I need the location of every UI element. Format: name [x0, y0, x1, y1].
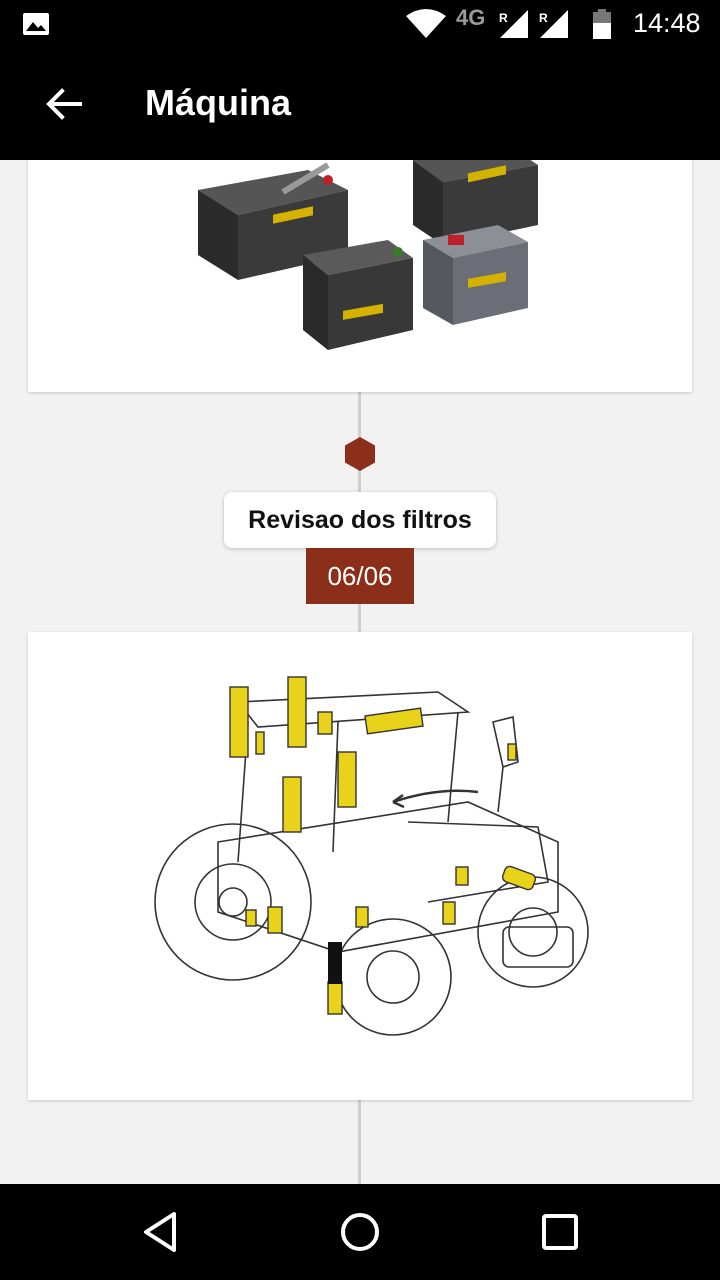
signal-icon: R — [499, 10, 528, 38]
tractor-image-card[interactable] — [28, 632, 692, 1100]
image-icon — [23, 13, 49, 35]
timeline-item-title[interactable]: Revisao dos filtros — [224, 492, 496, 548]
timeline-content[interactable]: Revisao dos filtros 06/06 — [0, 160, 720, 1184]
batteries-image-card[interactable] — [28, 160, 692, 392]
arrow-back-icon[interactable] — [40, 80, 88, 128]
network-type: 4G — [456, 5, 486, 30]
svg-text:R: R — [539, 11, 548, 25]
battery-icon — [593, 9, 611, 39]
svg-text:R: R — [499, 11, 508, 25]
clock: 14:48 — [633, 8, 701, 38]
back-triangle-icon[interactable] — [138, 1210, 182, 1254]
app-bar: Máquina — [0, 50, 720, 160]
signal-icon: R — [539, 10, 568, 38]
timeline-marker-icon — [345, 437, 375, 471]
home-circle-icon[interactable] — [338, 1210, 382, 1254]
timeline-item-date: 06/06 — [306, 548, 414, 604]
batteries-image — [198, 160, 538, 350]
wifi-icon — [406, 9, 446, 38]
page-title: Máquina — [145, 82, 292, 123]
system-nav-bar — [0, 1184, 720, 1280]
status-bar: 4G R R 14:48 — [0, 0, 720, 50]
recents-square-icon[interactable] — [538, 1210, 582, 1254]
tractor-filters-image — [154, 676, 589, 1036]
